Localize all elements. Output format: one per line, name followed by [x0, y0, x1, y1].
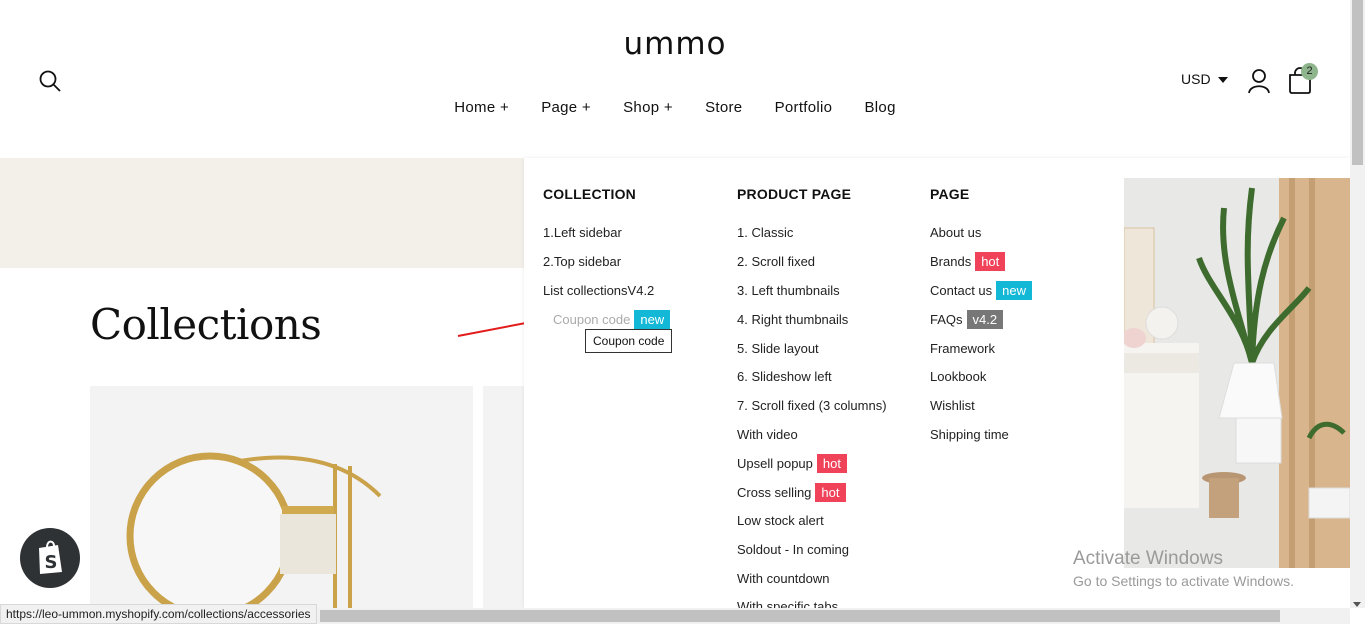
menu-item-label: Brands [930, 254, 972, 269]
mirror-shelf-image [126, 452, 382, 608]
menu-item-contact-us[interactable]: Contact us new [930, 281, 1033, 300]
menu-item-framework[interactable]: Framework [930, 341, 995, 356]
version-badge: v4.2 [966, 310, 1004, 329]
scroll-down-icon[interactable] [1352, 596, 1362, 614]
interior-plant-image [1124, 178, 1350, 568]
menu-item-slideshow-left[interactable]: 6. Slideshow left [737, 369, 832, 384]
collection-column-title: COLLECTION [543, 186, 636, 202]
menu-item-coupon-code[interactable]: Coupon code new [553, 310, 671, 329]
currency-selector[interactable]: USD [1181, 71, 1229, 87]
nav-page[interactable]: Page + [541, 99, 591, 116]
menu-item-about-us[interactable]: About us [930, 225, 981, 240]
cart-button[interactable]: 2 [1287, 63, 1318, 99]
hot-badge: hot [816, 454, 847, 473]
account-icon[interactable] [1247, 68, 1271, 99]
page-title: Collections [90, 300, 322, 349]
currency-label: USD [1181, 71, 1211, 87]
vertical-scrollbar-thumb[interactable] [1352, 0, 1363, 165]
nav-shop[interactable]: Shop + [623, 99, 673, 116]
hero-band [0, 158, 524, 268]
shopify-icon[interactable]: S [20, 528, 80, 588]
menu-item-cross-selling[interactable]: Cross selling hot [737, 483, 846, 502]
menu-item-label: Coupon code [553, 312, 631, 327]
hot-badge: hot [975, 252, 1006, 271]
menu-item-classic[interactable]: 1. Classic [737, 225, 793, 240]
menu-item-low-stock-alert[interactable]: Low stock alert [737, 513, 824, 528]
nav-blog[interactable]: Blog [865, 99, 896, 116]
menu-item-label: Upsell popup [737, 456, 813, 471]
site-logo[interactable]: ummo [0, 26, 1350, 62]
coupon-code-tooltip: Coupon code [585, 329, 673, 353]
caret-down-icon [1218, 77, 1229, 83]
nav-portfolio[interactable]: Portfolio [775, 99, 833, 116]
activate-windows-watermark: Activate Windows Go to Settings to activ… [1073, 548, 1294, 589]
menu-promo-image[interactable] [1124, 178, 1350, 568]
watermark-title: Activate Windows [1073, 548, 1223, 569]
main-nav: Home + Page + Shop + Store Portfolio Blo… [0, 99, 1350, 116]
menu-item-with-specific-tabs[interactable]: With specific tabs [737, 599, 838, 608]
menu-item-soldout-in-coming[interactable]: Soldout - In coming [737, 542, 849, 557]
product-page-column-title: PRODUCT PAGE [737, 186, 852, 202]
nav-store[interactable]: Store [705, 99, 742, 116]
menu-item-faqs[interactable]: FAQs v4.2 [930, 310, 1004, 329]
menu-item-upsell-popup[interactable]: Upsell popup hot [737, 454, 847, 473]
cart-count-badge: 2 [1301, 63, 1318, 80]
menu-item-right-thumbnails[interactable]: 4. Right thumbnails [737, 312, 848, 327]
new-badge: new [996, 281, 1033, 300]
menu-item-brands[interactable]: Brands hot [930, 252, 1006, 271]
menu-item-with-countdown[interactable]: With countdown [737, 571, 830, 586]
menu-item-list-collections[interactable]: List collectionsV4.2 [543, 283, 654, 298]
menu-item-slide-layout[interactable]: 5. Slide layout [737, 341, 819, 356]
menu-item-label: FAQs [930, 312, 963, 327]
new-badge: new [634, 310, 671, 329]
search-icon[interactable] [38, 69, 62, 98]
menu-item-wishlist[interactable]: Wishlist [930, 398, 975, 413]
menu-item-top-sidebar[interactable]: 2.Top sidebar [543, 254, 621, 269]
menu-item-shipping-time[interactable]: Shipping time [930, 427, 1009, 442]
status-bar-url: https://leo-ummon.myshopify.com/collecti… [0, 604, 317, 624]
menu-item-label: Contact us [930, 283, 993, 298]
menu-item-left-sidebar[interactable]: 1.Left sidebar [543, 225, 622, 240]
mega-menu-dropdown: COLLECTION 1.Left sidebar 2.Top sidebar … [524, 158, 1350, 608]
nav-home[interactable]: Home + [454, 99, 509, 116]
hot-badge: hot [815, 483, 846, 502]
horizontal-scrollbar-thumb[interactable] [320, 610, 1280, 622]
menu-item-lookbook[interactable]: Lookbook [930, 369, 986, 384]
menu-item-scroll-fixed[interactable]: 2. Scroll fixed [737, 254, 815, 269]
menu-item-scroll-fixed-3-columns[interactable]: 7. Scroll fixed (3 columns) [737, 398, 887, 413]
svg-text:S: S [45, 552, 58, 573]
watermark-subtitle: Go to Settings to activate Windows. [1073, 573, 1294, 589]
menu-item-label: Cross selling [737, 485, 812, 500]
menu-item-left-thumbnails[interactable]: 3. Left thumbnails [737, 283, 840, 298]
collection-card-image-2[interactable] [483, 386, 524, 608]
menu-item-with-video[interactable]: With video [737, 427, 798, 442]
collection-card-image[interactable] [90, 386, 473, 608]
page-column-title: PAGE [930, 186, 970, 202]
